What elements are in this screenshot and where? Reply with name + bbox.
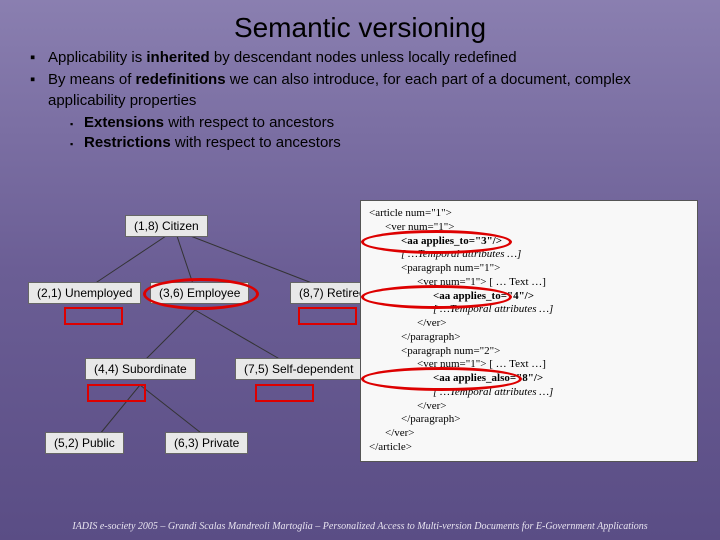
ring-applies-3 xyxy=(361,230,512,254)
node-private: (6,3) Private xyxy=(165,432,248,454)
code-line: <article num="1"> xyxy=(369,207,689,221)
ring-applies-4 xyxy=(361,285,512,309)
code-line: </ver> xyxy=(369,427,689,441)
bullet-mark: ▪ xyxy=(30,48,48,68)
code-line: <paragraph num="2"> xyxy=(369,345,689,359)
code-line: </ver> xyxy=(369,317,689,331)
dot-mark: ▪ xyxy=(70,133,84,153)
xml-code-box: <article num="1"> <ver num="1"> <aa appl… xyxy=(360,200,698,462)
node-unemployed: (2,1) Unemployed xyxy=(28,282,141,304)
code-line: </paragraph> xyxy=(369,413,689,427)
page-title: Semantic versioning xyxy=(0,0,720,48)
ring-employee xyxy=(143,278,259,310)
highlight-subordinate xyxy=(87,384,146,402)
code-line: <paragraph num="1"> xyxy=(369,262,689,276)
code-line: </ver> xyxy=(369,400,689,414)
code-line: <aa applies_to="4"/> xyxy=(369,290,689,304)
code-line: </article> xyxy=(369,441,689,455)
node-citizen: (1,8) Citizen xyxy=(125,215,208,237)
highlight-unemployed xyxy=(64,307,123,325)
node-public: (5,2) Public xyxy=(45,432,124,454)
dot-mark: ▪ xyxy=(70,113,84,133)
code-line: <aa applies_to="3"/> xyxy=(369,235,689,249)
content-area: ▪ Applicability is inherited by descenda… xyxy=(0,48,720,153)
sub-bullet-1: ▪ Extensions with respect to ancestors xyxy=(70,113,690,133)
ring-applies-8 xyxy=(361,367,522,391)
code-line: </paragraph> xyxy=(369,331,689,345)
footer-text: IADIS e-society 2005 – Grandi Scalas Man… xyxy=(0,521,720,532)
code-line: <aa applies_also="8"/> xyxy=(369,372,689,386)
bullet-mark: ▪ xyxy=(30,70,48,111)
bullet-1: ▪ Applicability is inherited by descenda… xyxy=(30,48,690,68)
node-subordinate: (4,4) Subordinate xyxy=(85,358,196,380)
highlight-retired xyxy=(298,307,357,325)
highlight-selfdep xyxy=(255,384,314,402)
bullet-2: ▪ By means of redefinitions we can also … xyxy=(30,70,690,111)
node-selfdep: (7,5) Self-dependent xyxy=(235,358,362,380)
sub-bullet-2: ▪ Restrictions with respect to ancestors xyxy=(70,133,690,153)
